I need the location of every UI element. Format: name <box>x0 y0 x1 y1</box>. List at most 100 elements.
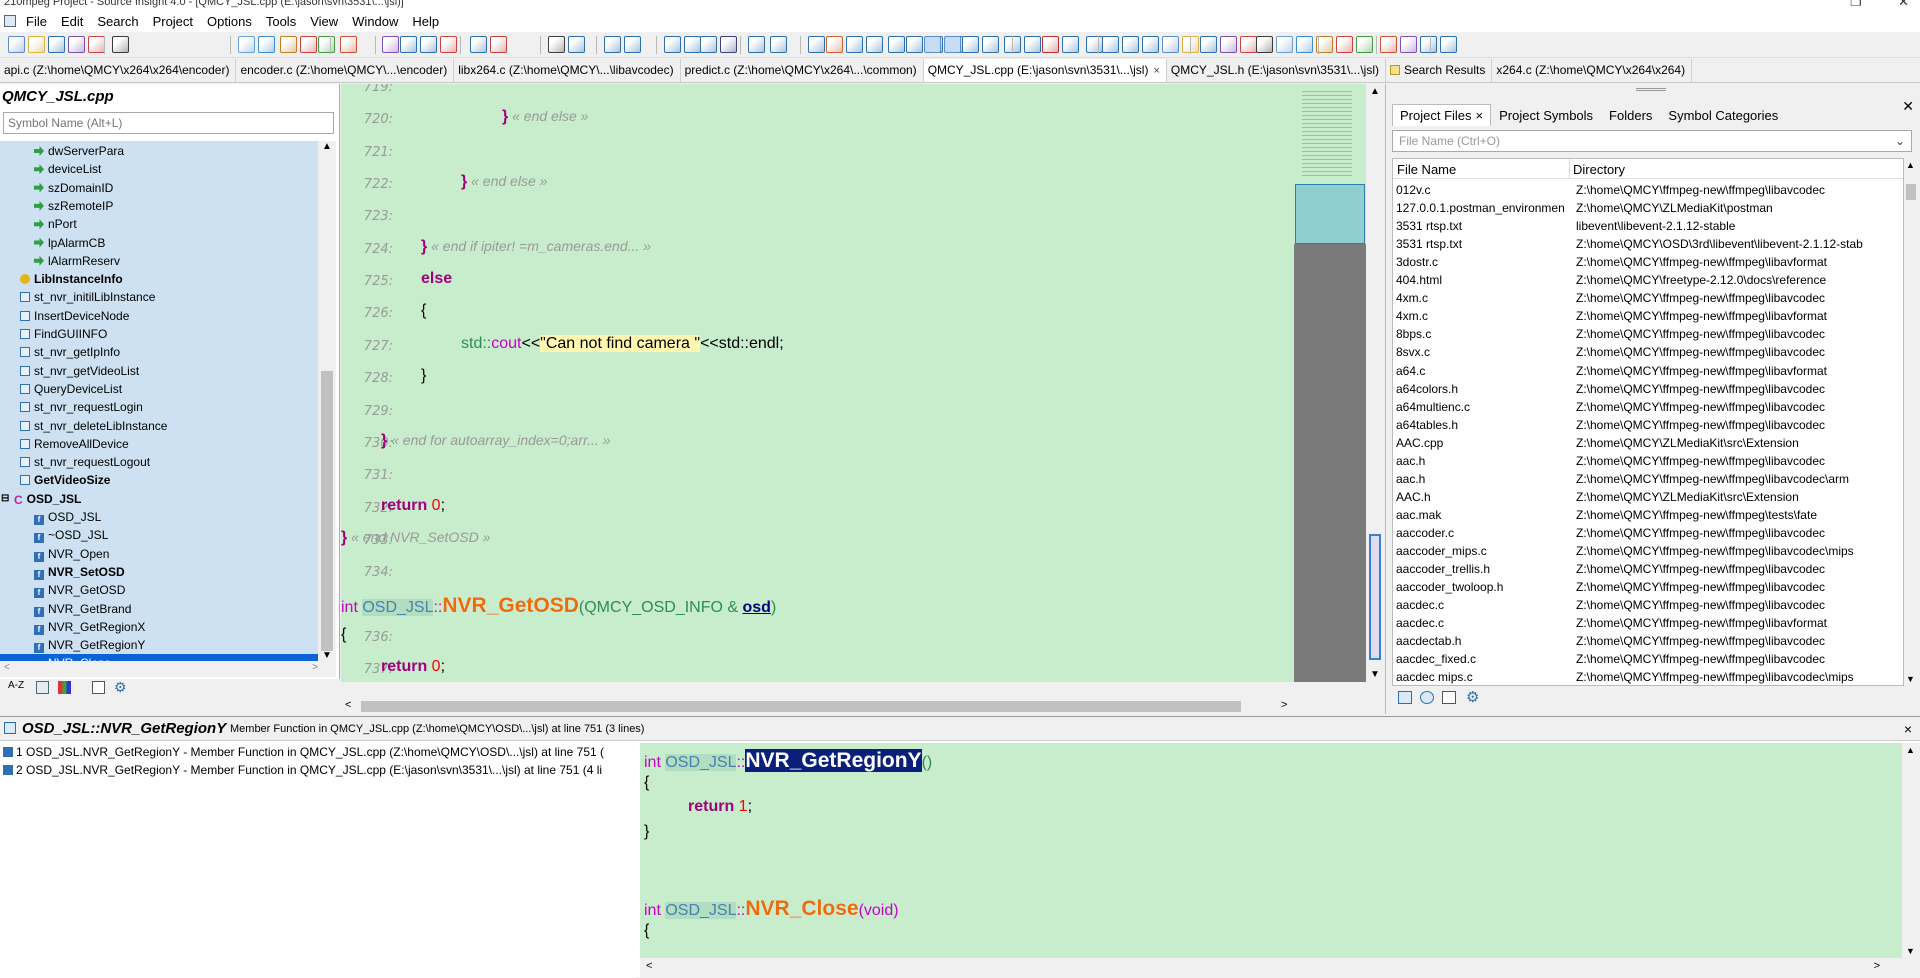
toolbar-button-icon[interactable] <box>888 36 905 53</box>
table-row[interactable]: aacdec_fixed.c Z:\home\QMCY\ffmpeg-new\ff… <box>1393 650 1903 668</box>
categories-icon[interactable] <box>58 681 71 694</box>
table-row[interactable]: 4xm.c Z:\home\QMCY\ffmpeg-new\ffmpeg\liba… <box>1393 289 1903 307</box>
symbol-item[interactable]: f NVR_GetBrand <box>0 600 318 618</box>
toolbar-button-icon[interactable] <box>280 36 297 53</box>
toolbar-button-icon[interactable] <box>1296 36 1313 53</box>
table-row[interactable]: AAC.cpp Z:\home\QMCY\ZLMediaKit\src\Exten… <box>1393 434 1903 452</box>
symbol-item[interactable]: QueryDeviceList <box>0 380 318 398</box>
symbol-item[interactable]: st_nvr_deleteLibInstance <box>0 417 318 435</box>
toolbar-button-icon[interactable] <box>420 36 437 53</box>
close-tab-icon[interactable]: × <box>1476 108 1484 123</box>
toolbar-button-icon[interactable] <box>238 36 255 53</box>
table-row[interactable]: a64colors.h Z:\home\QMCY\ffmpeg-new\ffmpe… <box>1393 380 1903 398</box>
symbol-item[interactable]: dwServerPara <box>0 142 318 160</box>
symbol-item[interactable]: GetVideoSize <box>0 471 318 489</box>
editor-hscroll-thumb[interactable] <box>361 701 1241 712</box>
table-row[interactable]: aaccoder_trellis.h Z:\home\QMCY\ffmpeg-ne… <box>1393 560 1903 578</box>
add-files-icon[interactable] <box>1398 691 1412 704</box>
toolbar-button-icon[interactable] <box>1162 36 1179 53</box>
symbol-item[interactable]: InsertDeviceNode <box>0 307 318 325</box>
table-row[interactable]: 404.html Z:\home\QMCY\freetype-2.12.0\doc… <box>1393 271 1903 289</box>
toolbar-button-icon[interactable] <box>1336 36 1353 53</box>
toolbar-button-icon[interactable] <box>624 36 641 53</box>
symbol-item[interactable]: ⊟ C OSD_JSL <box>0 490 318 508</box>
toggle-active-icon[interactable] <box>944 36 961 53</box>
symbol-item[interactable]: st_nvr_requestLogout <box>0 453 318 471</box>
editor-vscroll[interactable]: ▲ ▼ <box>1366 84 1384 682</box>
gear-icon[interactable]: ⚙ <box>1466 688 1479 706</box>
table-row[interactable]: 8svx.c Z:\home\QMCY\ffmpeg-new\ffmpeg\lib… <box>1393 343 1903 361</box>
sync-icon[interactable] <box>1420 691 1434 704</box>
symbol-item[interactable]: lAlarmReserv <box>0 252 318 270</box>
table-row[interactable]: 8bps.c Z:\home\QMCY\ffmpeg-new\ffmpeg\lib… <box>1393 325 1903 343</box>
menu-tools[interactable]: Tools <box>259 14 303 29</box>
relation-list-item[interactable]: 1 OSD_JSL.NVR_GetRegionY - Member Functi… <box>0 743 636 761</box>
relation-code-preview[interactable]: int OSD_JSL::NVR_GetRegionY(){return 1;}… <box>640 743 1902 958</box>
preview-vscroll[interactable]: ▲ ▼ <box>1902 743 1920 958</box>
scroll-down-icon[interactable]: ▼ <box>1370 669 1380 680</box>
close-tab-icon[interactable]: × <box>1153 65 1159 77</box>
symbol-item[interactable]: st_nvr_requestLogin <box>0 398 318 416</box>
table-row[interactable]: aacdec.c Z:\home\QMCY\ffmpeg-new\ffmpeg\l… <box>1393 614 1903 632</box>
table-row[interactable]: aac.mak Z:\home\QMCY\ffmpeg-new\ffmpeg\te… <box>1393 506 1903 524</box>
toolbar-button-icon[interactable] <box>470 36 487 53</box>
toolbar-button-icon[interactable] <box>568 36 585 53</box>
preview-hscroll[interactable]: < > <box>640 958 1920 978</box>
tab-symbol-categories[interactable]: Symbol Categories <box>1660 104 1786 126</box>
menu-edit[interactable]: Edit <box>54 14 90 29</box>
toolbar-button-icon[interactable] <box>1042 36 1059 53</box>
symbol-item[interactable]: deviceList <box>0 160 318 178</box>
menu-help[interactable]: Help <box>405 14 446 29</box>
toolbar-button-icon[interactable] <box>1062 36 1079 53</box>
tab-file-6[interactable]: Search Results <box>1386 59 1493 82</box>
scroll-right-icon[interactable]: > <box>1281 699 1287 711</box>
toggle-active-icon[interactable] <box>924 36 941 53</box>
toolbar-button-icon[interactable] <box>1122 36 1139 53</box>
toolbar-button-icon[interactable] <box>340 36 357 53</box>
symbol-item[interactable]: st_nvr_getVideoList <box>0 362 318 380</box>
table-row[interactable]: aaccoder.c Z:\home\QMCY\ffmpeg-new\ffmpeg… <box>1393 524 1903 542</box>
toolbar-button-icon[interactable] <box>8 36 25 53</box>
list-icon[interactable] <box>1442 691 1456 704</box>
tab-project-symbols[interactable]: Project Symbols <box>1491 104 1601 126</box>
table-row[interactable]: AAC.h Z:\home\QMCY\ZLMediaKit\src\Extensi… <box>1393 488 1903 506</box>
relation-list-item[interactable]: 2 OSD_JSL.NVR_GetRegionY - Member Functi… <box>0 761 636 779</box>
tab-file-2[interactable]: libx264.c (Z:\home\QMCY\...\libavcodec) <box>454 59 681 82</box>
table-row[interactable]: 127.0.0.1.postman_environmen Z:\home\QMCY… <box>1393 199 1903 217</box>
toolbar-button-icon[interactable] <box>1142 36 1159 53</box>
toolbar-button-icon[interactable] <box>720 36 737 53</box>
toolbar-button-icon[interactable] <box>548 36 565 53</box>
scroll-right-icon[interactable]: > <box>312 662 318 673</box>
gear-icon[interactable]: ⚙ <box>114 679 127 696</box>
symbol-item[interactable]: nPort <box>0 215 318 233</box>
symbol-item[interactable]: f NVR_GetRegionX <box>0 618 318 636</box>
symbol-item[interactable]: f ~OSD_JSL <box>0 526 318 544</box>
symbol-item[interactable]: st_nvr_getIpInfo <box>0 343 318 361</box>
symbol-item[interactable]: LibInstanceInfo <box>0 270 318 288</box>
symbol-search-input[interactable] <box>3 112 334 134</box>
toolbar-button-icon[interactable] <box>684 36 701 53</box>
menu-options[interactable]: Options <box>200 14 259 29</box>
toolbar-button-icon[interactable] <box>490 36 507 53</box>
menu-search[interactable]: Search <box>90 14 145 29</box>
toolbar-button-icon[interactable] <box>318 36 335 53</box>
close-icon[interactable]: ✕ <box>1902 98 1914 115</box>
table-row[interactable]: a64multienc.c Z:\home\QMCY\ffmpeg-new\ffm… <box>1393 398 1903 416</box>
symbol-item[interactable]: f NVR_Open <box>0 545 318 563</box>
tab-file-1[interactable]: encoder.c (Z:\home\QMCY\...\encoder) <box>236 59 455 82</box>
tab-file-3[interactable]: predict.c (Z:\home\QMCY\x264\...\common) <box>681 59 924 82</box>
table-row[interactable]: 3531 rtsp.txt Z:\home\QMCY\OSD\3rd\libeve… <box>1393 235 1903 253</box>
book-icon[interactable] <box>92 681 105 694</box>
toolbar-button-icon[interactable] <box>300 36 317 53</box>
tab-file-4[interactable]: QMCY_JSL.cpp (E:\jason\svn\3531\...\jsl)… <box>923 59 1167 82</box>
table-row[interactable]: aac.h Z:\home\QMCY\ffmpeg-new\ffmpeg\liba… <box>1393 470 1903 488</box>
toolbar-button-icon[interactable] <box>28 36 45 53</box>
toolbar-button-icon[interactable] <box>664 36 681 53</box>
symbol-item[interactable]: szRemoteIP <box>0 197 318 215</box>
table-row[interactable]: a64.c Z:\home\QMCY\ffmpeg-new\ffmpeg\liba… <box>1393 362 1903 380</box>
symbol-item[interactable]: fNVR_Close <box>0 654 318 661</box>
symbol-item[interactable]: f NVR_SetOSD <box>0 563 318 581</box>
toolbar-button-icon[interactable] <box>112 36 129 53</box>
table-row[interactable]: 4xm.c Z:\home\QMCY\ffmpeg-new\ffmpeg\liba… <box>1393 307 1903 325</box>
file-name-search[interactable]: File Name (Ctrl+O) ⌄ <box>1392 130 1912 152</box>
